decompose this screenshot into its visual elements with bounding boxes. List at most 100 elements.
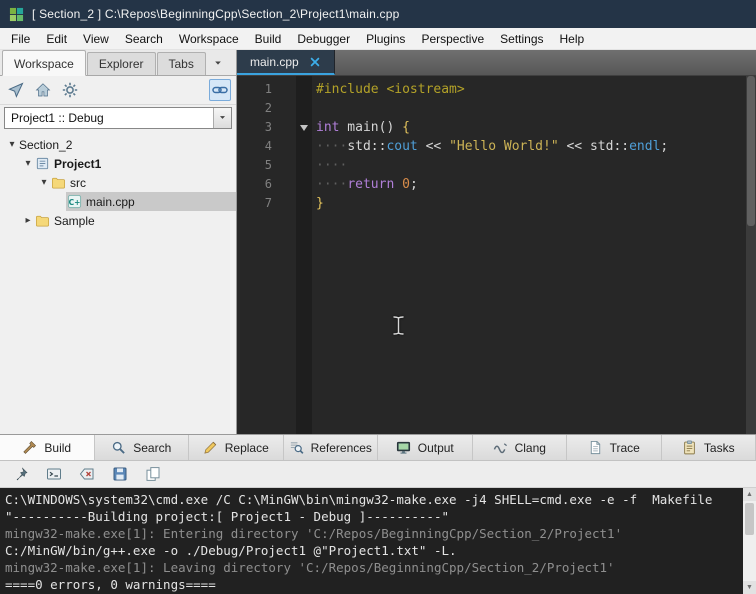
- build-console[interactable]: C:\WINDOWS\system32\cmd.exe /C C:\MinGW\…: [0, 488, 756, 594]
- code-editor[interactable]: 1 #include <iostream> 2 3 int main() {4 ····s…: [237, 76, 756, 434]
- line-number: 2: [264, 101, 272, 115]
- config-selector-dropdown-button[interactable]: [213, 108, 231, 128]
- scroll-up-arrow-icon[interactable]: ▲: [743, 488, 756, 501]
- fold-marker-icon[interactable]: [300, 124, 308, 131]
- terminal-button[interactable]: [44, 465, 63, 484]
- home-icon: [35, 82, 51, 98]
- output-pane-tabs: Build Search Replace References Output Clang T…: [0, 435, 756, 461]
- console-line: C:/MinGW/bin/g++.exe -o ./Debug/Project1…: [5, 543, 457, 558]
- line-number: 4: [264, 139, 272, 153]
- menu-item-workspace[interactable]: Workspace: [171, 28, 247, 50]
- gear-button[interactable]: [59, 79, 81, 101]
- code-line: 1 #include <iostream>: [237, 80, 756, 99]
- menu-item-plugins[interactable]: Plugins: [358, 28, 413, 50]
- folder-icon: [35, 213, 50, 228]
- locate-button[interactable]: [5, 79, 27, 101]
- cpp-file-icon: C+: [67, 194, 82, 209]
- tree-item-label: Project1: [54, 156, 102, 171]
- editor-scrollbar[interactable]: [746, 76, 756, 434]
- clear-button[interactable]: [77, 465, 96, 484]
- workspace-tree: ▾ Section_2 ▾ Project1 ▾ src C+ main.cpp ▸ Sample: [0, 131, 236, 434]
- tab-trace[interactable]: Trace: [567, 435, 662, 460]
- console-scrollbar[interactable]: ▲ ▼: [743, 488, 756, 594]
- gear-icon: [62, 82, 78, 98]
- tree-collapsed-arrow-icon[interactable]: ▸: [22, 215, 34, 226]
- tab-search[interactable]: Search: [94, 435, 189, 460]
- code-area: 1 #include <iostream> 2 3 int main() {4 ····s…: [237, 76, 756, 213]
- output-pane-toolbar: [0, 461, 756, 488]
- console-line: mingw32-make.exe[1]: Entering directory …: [5, 526, 623, 541]
- tab-label: Clang: [514, 440, 546, 455]
- tab-explorer[interactable]: Explorer: [86, 52, 156, 75]
- tree-item-sample[interactable]: ▸ Sample: [0, 211, 236, 230]
- link-button[interactable]: [209, 79, 231, 101]
- code-text: ····return 0;: [316, 177, 418, 192]
- tab-label: Output: [417, 440, 454, 455]
- menu-item-debugger[interactable]: Debugger: [289, 28, 358, 50]
- chevron-down-icon: [218, 111, 227, 125]
- line-number: 6: [264, 177, 272, 191]
- menu-item-settings[interactable]: Settings: [492, 28, 551, 50]
- tab-label: Build: [44, 440, 72, 455]
- pencil-icon: [203, 440, 218, 455]
- tree-item-label: Sample: [54, 213, 95, 228]
- line-number: 3: [264, 120, 272, 134]
- copy-button[interactable]: [143, 465, 162, 484]
- tree-item-label: main.cpp: [86, 194, 135, 209]
- close-tab-button[interactable]: [309, 56, 321, 68]
- pin-icon: [13, 466, 29, 482]
- sidebar-toolbar: [0, 76, 236, 105]
- tree-expanded-arrow-icon[interactable]: ▾: [6, 139, 18, 150]
- save-button[interactable]: [110, 465, 129, 484]
- line-number: 1: [264, 82, 272, 96]
- tab-output[interactable]: Output: [378, 435, 473, 460]
- line-number: 7: [264, 196, 272, 210]
- tab-overflow-button[interactable]: [209, 52, 227, 73]
- editor-tab-label: main.cpp: [250, 54, 299, 69]
- wave-icon: [493, 440, 508, 455]
- tab-tabs[interactable]: Tabs: [156, 52, 206, 75]
- console-line: "----------Building project:[ Project1 -…: [5, 509, 450, 524]
- build-config-selector[interactable]: Project1 :: Debug: [4, 107, 232, 129]
- editor-tab-main-cpp[interactable]: main.cpp: [237, 50, 335, 75]
- clear-icon: [79, 466, 95, 482]
- tab-replace[interactable]: Replace: [189, 435, 284, 460]
- pin-button[interactable]: [11, 465, 30, 484]
- magnifier-icon: [111, 440, 126, 455]
- tab-workspace[interactable]: Workspace: [2, 50, 86, 76]
- menu-item-view[interactable]: View: [75, 28, 117, 50]
- tab-label: References: [310, 440, 372, 455]
- tab-tasks[interactable]: Tasks: [661, 435, 756, 460]
- hammer-icon: [22, 440, 37, 455]
- mouse-cursor-ibeam: [392, 315, 405, 339]
- scroll-down-arrow-icon[interactable]: ▼: [743, 581, 756, 594]
- tree-item-section-2[interactable]: ▾ Section_2: [0, 135, 236, 154]
- clipboard-icon: [682, 440, 697, 455]
- menu-item-edit[interactable]: Edit: [38, 28, 75, 50]
- tree-expanded-arrow-icon[interactable]: ▾: [38, 177, 50, 188]
- menu-item-help[interactable]: Help: [552, 28, 593, 50]
- tab-references[interactable]: References: [283, 435, 378, 460]
- tree-expanded-arrow-icon[interactable]: ▾: [22, 158, 34, 169]
- svg-text:C+: C+: [69, 198, 81, 207]
- code-line: 2: [237, 99, 756, 118]
- menu-item-search[interactable]: Search: [117, 28, 171, 50]
- menu-item-perspective[interactable]: Perspective: [413, 28, 492, 50]
- menu-item-file[interactable]: File: [3, 28, 38, 50]
- document-icon: [588, 440, 603, 455]
- menubar: File Edit View Search Workspace Build Debugger…: [0, 28, 756, 50]
- editor-scrollbar-thumb[interactable]: [747, 76, 755, 227]
- tree-item-project1[interactable]: ▾ Project1: [0, 154, 236, 173]
- main-area: Workspace Explorer Tabs Project1 :: Debug …: [0, 50, 756, 434]
- copy-icon: [145, 466, 161, 482]
- home-button[interactable]: [32, 79, 54, 101]
- tab-build[interactable]: Build: [0, 435, 95, 460]
- code-text: }: [316, 196, 324, 211]
- tree-item-src[interactable]: ▾ src: [0, 173, 236, 192]
- menu-item-build[interactable]: Build: [247, 28, 290, 50]
- console-scrollbar-thumb[interactable]: [745, 503, 754, 535]
- titlebar[interactable]: [ Section_2 ] C:\Repos\BeginningCpp\Sect…: [0, 0, 756, 28]
- tab-clang[interactable]: Clang: [472, 435, 567, 460]
- application-window: [ Section_2 ] C:\Repos\BeginningCpp\Sect…: [0, 0, 756, 594]
- tree-item-main-cpp[interactable]: C+ main.cpp: [0, 192, 236, 211]
